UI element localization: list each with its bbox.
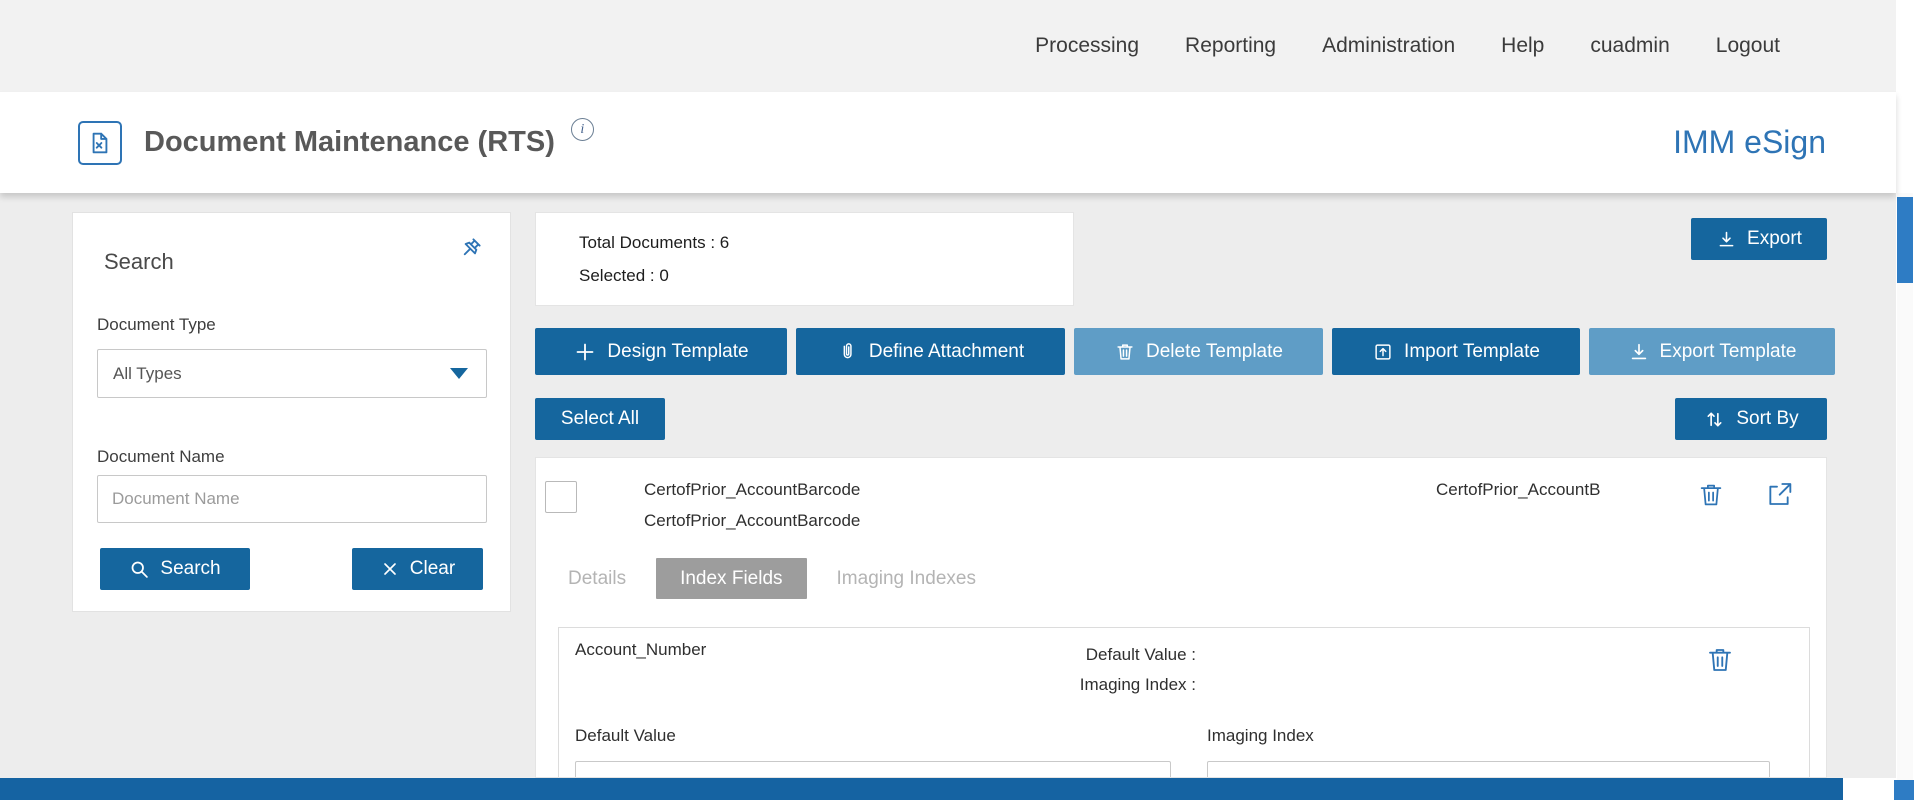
document-type-selected-value: All Types (113, 364, 450, 384)
scrollbar-corner (1894, 780, 1914, 800)
scrollbar-thumb[interactable] (1897, 197, 1913, 283)
search-panel-title: Search (104, 249, 174, 275)
page-title: Document Maintenance (RTS) (144, 126, 555, 159)
nav-item-help[interactable]: Help (1501, 34, 1544, 58)
search-button[interactable]: Search (100, 548, 250, 590)
define-attachment-button[interactable]: Define Attachment (796, 328, 1065, 375)
nav-item-logout[interactable]: Logout (1716, 34, 1780, 58)
delete-index-field-icon[interactable] (1704, 644, 1736, 678)
export-button-label: Export (1747, 228, 1802, 250)
index-field-name: Account_Number (575, 640, 706, 660)
document-x-icon (86, 129, 114, 157)
vertical-scrollbar[interactable] (1897, 193, 1913, 800)
document-type-select[interactable]: All Types (97, 349, 487, 398)
tab-details[interactable]: Details (568, 558, 626, 599)
import-template-label: Import Template (1404, 341, 1540, 363)
clear-button[interactable]: Clear (352, 548, 483, 590)
sort-by-button[interactable]: Sort By (1675, 398, 1827, 440)
tab-index-fields[interactable]: Index Fields (656, 558, 806, 599)
sort-arrows-icon (1703, 408, 1726, 431)
search-button-label: Search (160, 558, 220, 580)
nav-item-user-cuadmin[interactable]: cuadmin (1590, 34, 1669, 58)
document-type-label: Document Type (97, 315, 216, 335)
delete-template-button[interactable]: Delete Template (1074, 328, 1323, 375)
selected-label: Selected : (579, 266, 655, 285)
import-icon (1372, 341, 1394, 363)
search-panel: Search Document Type All Types Document … (72, 212, 511, 612)
download-icon (1716, 229, 1737, 250)
nav-item-administration[interactable]: Administration (1322, 34, 1455, 58)
export-button[interactable]: Export (1691, 218, 1827, 260)
chevron-down-icon (450, 368, 468, 379)
design-template-label: Design Template (607, 341, 748, 363)
nav-item-processing[interactable]: Processing (1035, 34, 1139, 58)
document-name-input[interactable] (97, 475, 487, 523)
tab-imaging-indexes[interactable]: Imaging Indexes (837, 558, 976, 599)
import-template-button[interactable]: Import Template (1332, 328, 1580, 375)
delete-template-label: Delete Template (1146, 341, 1283, 363)
index-field-meta: Default Value : Imaging Index : (956, 640, 1196, 700)
total-documents-value: 6 (720, 233, 729, 252)
page: Processing Reporting Administration Help… (0, 0, 1920, 800)
template-toolbar: Design Template Define Attachment Delete… (535, 328, 1835, 375)
total-documents: Total Documents : 6 (579, 233, 1073, 253)
document-row-card: CertofPrior_AccountBarcode CertofPrior_A… (535, 457, 1827, 778)
plus-icon (573, 340, 597, 364)
summary-box: Total Documents : 6 Selected : 0 (535, 212, 1074, 306)
default-value-input[interactable] (575, 761, 1171, 778)
info-icon[interactable]: i (571, 118, 594, 141)
document-name-line2: CertofPrior_AccountBarcode (644, 505, 860, 536)
trash-icon (1704, 644, 1736, 676)
document-checkbox[interactable] (545, 481, 577, 513)
document-name-label: Document Name (97, 447, 225, 467)
document-name-line1: CertofPrior_AccountBarcode (644, 474, 860, 505)
selected-value: 0 (659, 266, 668, 285)
trash-icon (1696, 480, 1726, 510)
total-documents-label: Total Documents : (579, 233, 715, 252)
clear-button-label: Clear (410, 558, 455, 580)
search-icon (129, 559, 150, 580)
top-navigation: Processing Reporting Administration Help… (0, 0, 1896, 92)
paperclip-icon (837, 341, 859, 363)
document-template-name: CertofPrior_AccountB (1436, 480, 1600, 500)
default-value-input-label: Default Value (575, 726, 676, 746)
export-template-label: Export Template (1660, 341, 1797, 363)
external-link-icon (1763, 478, 1795, 510)
sort-by-label: Sort By (1736, 408, 1798, 430)
nav-item-reporting[interactable]: Reporting (1185, 34, 1276, 58)
document-tabs: Details Index Fields Imaging Indexes (568, 558, 976, 599)
imaging-index-input-label: Imaging Index (1207, 726, 1314, 746)
default-value-meta-label: Default Value : (956, 640, 1196, 670)
open-document-icon[interactable] (1762, 478, 1796, 512)
index-field-panel: Account_Number Default Value : Imaging I… (558, 627, 1810, 778)
download-icon (1628, 341, 1650, 363)
delete-document-icon[interactable] (1696, 480, 1726, 512)
close-icon (380, 559, 400, 579)
imaging-index-meta-label: Imaging Index : (956, 670, 1196, 700)
trash-icon (1114, 341, 1136, 363)
pin-icon[interactable] (454, 235, 484, 265)
export-template-button[interactable]: Export Template (1589, 328, 1835, 375)
selected-count: Selected : 0 (579, 266, 1073, 286)
select-all-label: Select All (561, 408, 639, 430)
document-app-icon (78, 121, 122, 165)
page-header: Document Maintenance (RTS) i IMM eSign (0, 92, 1896, 193)
select-all-button[interactable]: Select All (535, 398, 665, 440)
footer-bar (0, 778, 1843, 800)
imaging-index-input[interactable] (1207, 761, 1770, 778)
document-name: CertofPrior_AccountBarcode CertofPrior_A… (644, 474, 860, 536)
brand-logo: IMM eSign (1673, 124, 1826, 161)
define-attachment-label: Define Attachment (869, 341, 1024, 363)
design-template-button[interactable]: Design Template (535, 328, 787, 375)
